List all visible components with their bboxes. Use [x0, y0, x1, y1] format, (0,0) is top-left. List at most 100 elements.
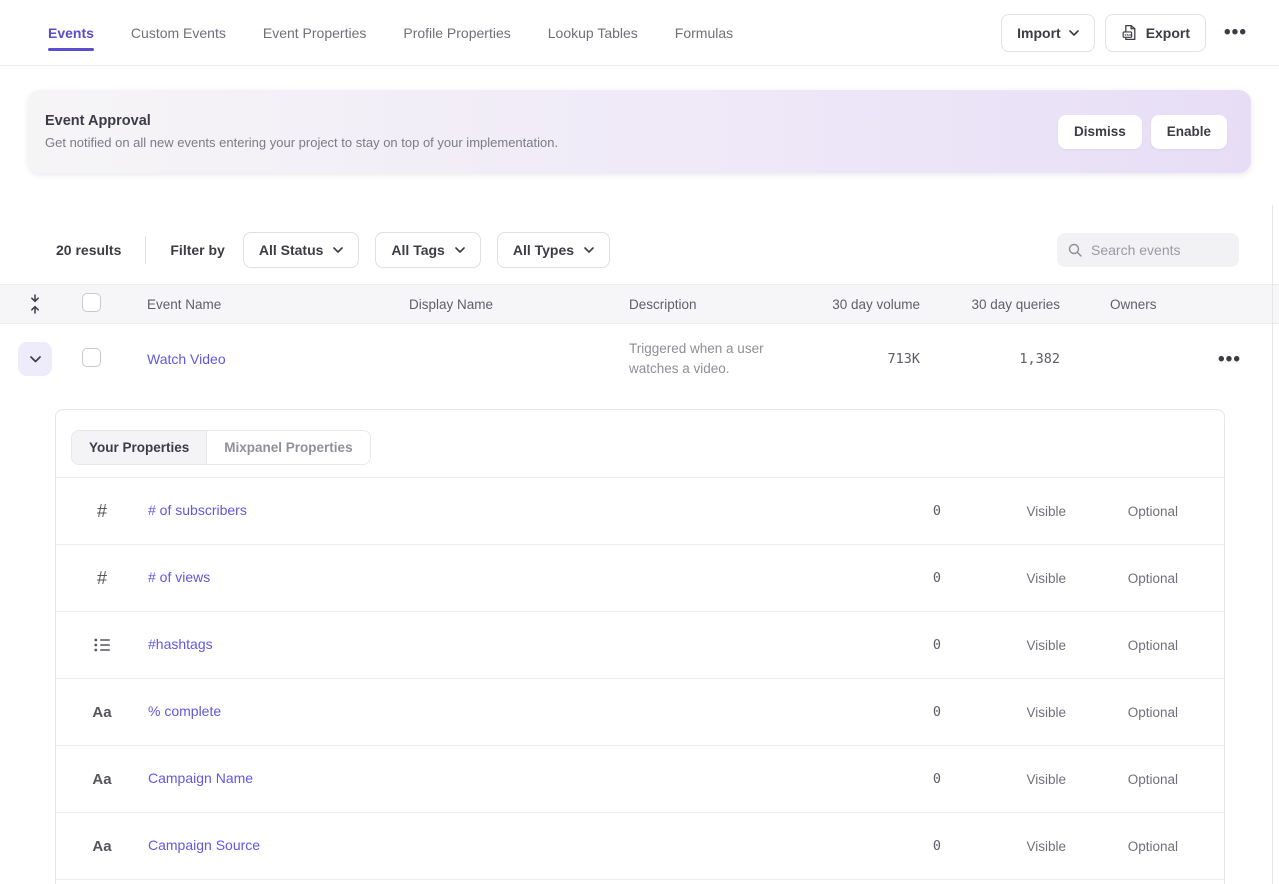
property-visibility: Visible	[941, 705, 1066, 720]
property-name-link[interactable]: # of subscribers	[148, 502, 247, 518]
column-owners: Owners	[1060, 297, 1180, 312]
property-visibility: Visible	[941, 638, 1066, 653]
tab-formulas[interactable]: Formulas	[675, 0, 733, 65]
property-requirement: Optional	[1066, 839, 1178, 854]
column-30-day-volume: 30 day volume	[820, 297, 920, 312]
event-30-day-queries: 1,382	[920, 351, 1060, 367]
text-type-icon: Aa	[56, 771, 148, 788]
property-name-link[interactable]: Campaign Name	[148, 770, 253, 786]
csv-file-icon: csv	[1121, 24, 1138, 41]
event-row-watch-video: Watch Video Triggered when a user watche…	[0, 324, 1279, 394]
property-count: 0	[738, 838, 941, 854]
property-count: 0	[738, 570, 941, 586]
filter-by-label: Filter by	[170, 242, 224, 258]
search-icon	[1067, 242, 1083, 258]
banner-actions: Dismiss Enable	[1058, 115, 1227, 149]
event-approval-banner: Event Approval Get notified on all new e…	[28, 90, 1251, 173]
filter-bar: 20 results Filter by All Status All Tags…	[56, 231, 1259, 268]
banner-title: Event Approval	[45, 113, 558, 129]
tab-profile-properties[interactable]: Profile Properties	[403, 0, 510, 65]
property-row: Aa Campaign Source 0 Visible Optional	[56, 813, 1224, 880]
property-name-link[interactable]: #hashtags	[148, 636, 213, 652]
chevron-down-icon	[455, 247, 465, 253]
results-count: 20 results	[56, 242, 121, 258]
column-display-name: Display Name	[409, 297, 629, 312]
text-type-icon: Aa	[56, 838, 148, 855]
tags-filter-label: All Tags	[391, 242, 444, 258]
tab-lookup-tables[interactable]: Lookup Tables	[548, 0, 638, 65]
property-row: # # of views 0 Visible Optional	[56, 545, 1224, 612]
search-events	[1057, 233, 1239, 267]
property-row: Aa Campaign Name 0 Visible Optional	[56, 746, 1224, 813]
property-visibility: Visible	[941, 571, 1066, 586]
collapse-all-icon[interactable]	[0, 294, 70, 314]
select-all-checkbox[interactable]	[82, 293, 101, 312]
property-name-link[interactable]: % complete	[148, 703, 221, 719]
nav-tabs: Events Custom Events Event Properties Pr…	[48, 0, 733, 65]
events-table-header: Event Name Display Name Description 30 d…	[0, 284, 1279, 324]
events-management-page: Events Custom Events Event Properties Pr…	[0, 0, 1279, 884]
property-requirement: Optional	[1066, 504, 1178, 519]
export-button-label: Export	[1146, 25, 1190, 41]
property-count: 0	[738, 771, 941, 787]
status-filter-dropdown[interactable]: All Status	[243, 232, 360, 268]
property-name-link[interactable]: # of views	[148, 569, 210, 585]
nav-actions: Import csv Export •••	[1001, 14, 1255, 52]
import-button-label: Import	[1017, 25, 1061, 41]
property-row: #hashtags 0 Visible Optional	[56, 612, 1224, 679]
number-type-icon: #	[56, 568, 148, 589]
export-button[interactable]: csv Export	[1105, 14, 1206, 52]
text-type-icon: Aa	[56, 704, 148, 721]
number-type-icon: #	[56, 501, 148, 522]
divider	[145, 236, 146, 264]
more-menu-button[interactable]: •••	[1216, 19, 1255, 46]
property-name-link[interactable]: Campaign Source	[148, 837, 260, 853]
column-event-name: Event Name	[147, 297, 409, 312]
property-count: 0	[738, 637, 941, 653]
banner-subtitle: Get notified on all new events entering …	[45, 135, 558, 150]
search-input[interactable]	[1091, 242, 1229, 258]
event-30-day-volume: 713K	[820, 351, 920, 367]
enable-button[interactable]: Enable	[1151, 115, 1227, 149]
property-row: Aa % complete 0 Visible Optional	[56, 679, 1224, 746]
top-navigation: Events Custom Events Event Properties Pr…	[0, 0, 1279, 66]
event-name-link[interactable]: Watch Video	[147, 351, 226, 367]
svg-text:csv: csv	[1124, 32, 1132, 37]
chevron-down-icon	[1069, 30, 1079, 36]
banner-text: Event Approval Get notified on all new e…	[45, 113, 558, 150]
column-30-day-queries: 30 day queries	[920, 297, 1060, 312]
properties-panel: Your Properties Mixpanel Properties # # …	[55, 409, 1225, 884]
ellipsis-icon: •••	[1218, 349, 1241, 370]
chevron-down-icon	[30, 356, 41, 363]
collapse-row-button[interactable]	[18, 342, 52, 376]
row-checkbox[interactable]	[82, 348, 101, 367]
types-filter-dropdown[interactable]: All Types	[497, 232, 610, 268]
dismiss-button[interactable]: Dismiss	[1058, 115, 1142, 149]
property-requirement: Optional	[1066, 772, 1178, 787]
property-visibility: Visible	[941, 504, 1066, 519]
row-more-menu-button[interactable]: •••	[1210, 346, 1249, 373]
column-description: Description	[629, 297, 820, 312]
tab-mixpanel-properties[interactable]: Mixpanel Properties	[207, 431, 369, 464]
property-row: # # of subscribers 0 Visible Optional	[56, 478, 1224, 545]
tab-events[interactable]: Events	[48, 0, 94, 65]
property-count: 0	[738, 704, 941, 720]
property-count: 0	[738, 503, 941, 519]
property-visibility: Visible	[941, 772, 1066, 787]
tab-your-properties[interactable]: Your Properties	[72, 431, 207, 464]
property-requirement: Optional	[1066, 571, 1178, 586]
properties-tab-group: Your Properties Mixpanel Properties	[71, 430, 371, 465]
property-visibility: Visible	[941, 839, 1066, 854]
chevron-down-icon	[333, 247, 343, 253]
chevron-down-icon	[584, 247, 594, 253]
property-requirement: Optional	[1066, 705, 1178, 720]
types-filter-label: All Types	[513, 242, 574, 258]
properties-panel-header: Your Properties Mixpanel Properties	[56, 410, 1224, 478]
tab-event-properties[interactable]: Event Properties	[263, 0, 367, 65]
property-requirement: Optional	[1066, 638, 1178, 653]
tags-filter-dropdown[interactable]: All Tags	[375, 232, 480, 268]
ellipsis-icon: •••	[1224, 22, 1247, 43]
status-filter-label: All Status	[259, 242, 324, 258]
tab-custom-events[interactable]: Custom Events	[131, 0, 226, 65]
import-button[interactable]: Import	[1001, 14, 1095, 52]
